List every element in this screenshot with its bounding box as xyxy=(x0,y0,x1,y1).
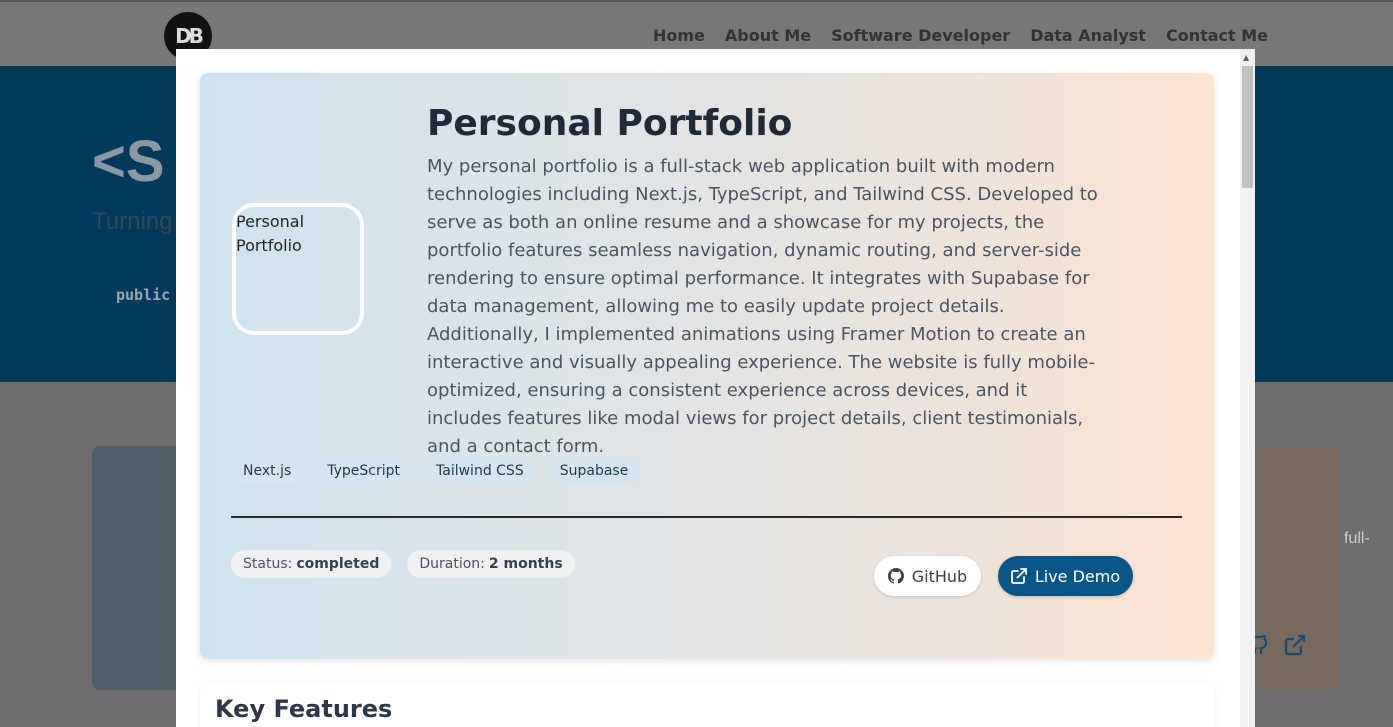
divider xyxy=(231,516,1182,518)
tech-tag: Next.js xyxy=(231,457,304,485)
nav-home[interactable]: Home xyxy=(653,26,705,45)
tech-tag: Tailwind CSS xyxy=(424,457,536,485)
project-title: Personal Portfolio xyxy=(427,103,793,144)
duration-badge: Duration: 2 months xyxy=(407,550,575,578)
scroll-up-arrow-icon[interactable]: ▲ xyxy=(1243,53,1249,62)
external-link-icon xyxy=(1010,568,1027,584)
status-label: Status: xyxy=(243,556,293,572)
nav-contact[interactable]: Contact Me xyxy=(1166,26,1268,45)
project-hero-card: Personal Portfolio Personal Portfolio My… xyxy=(200,73,1214,659)
hero-subtitle: Turning xyxy=(92,208,173,235)
hero-title: <S xyxy=(92,129,165,194)
tech-tag: TypeScript xyxy=(315,457,413,485)
tech-tags: Next.js TypeScript Tailwind CSS Supabase xyxy=(231,457,641,485)
status-badge: Status: completed xyxy=(231,550,392,578)
scrollbar-thumb[interactable] xyxy=(1242,66,1253,188)
project-image: Personal Portfolio xyxy=(232,203,364,335)
broken-image-alt-text: Personal Portfolio xyxy=(236,212,305,255)
hero-code-snippet: public xyxy=(116,286,171,304)
github-icon xyxy=(887,568,904,584)
live-demo-label: Live Demo xyxy=(1034,566,1121,586)
project-description: My personal portfolio is a full-stack we… xyxy=(427,156,1098,457)
background-card-text: full- xyxy=(1344,530,1370,547)
nav-data-analyst[interactable]: Data Analyst xyxy=(1030,26,1146,45)
live-demo-button[interactable]: Live Demo xyxy=(998,556,1133,596)
duration-label: Duration: xyxy=(419,556,485,572)
project-modal: Personal Portfolio Personal Portfolio My… xyxy=(176,49,1255,727)
project-meta: Status: completed Duration: 2 months xyxy=(231,550,575,578)
key-features-title: Key Features xyxy=(215,695,393,723)
github-button-label: GitHub xyxy=(911,566,968,586)
nav-menu: Home About Me Software Developer Data An… xyxy=(653,26,1268,45)
nav-about[interactable]: About Me xyxy=(725,26,811,45)
status-value: completed xyxy=(296,556,380,572)
duration-value: 2 months xyxy=(488,556,563,572)
github-button[interactable]: GitHub xyxy=(874,556,981,596)
key-features-section: Key Features xyxy=(200,683,1214,727)
modal-scrollbar[interactable]: ▲ xyxy=(1240,49,1255,727)
tech-tag: Supabase xyxy=(547,457,641,485)
external-link-icon xyxy=(1284,634,1306,662)
nav-software-developer[interactable]: Software Developer xyxy=(831,26,1010,45)
